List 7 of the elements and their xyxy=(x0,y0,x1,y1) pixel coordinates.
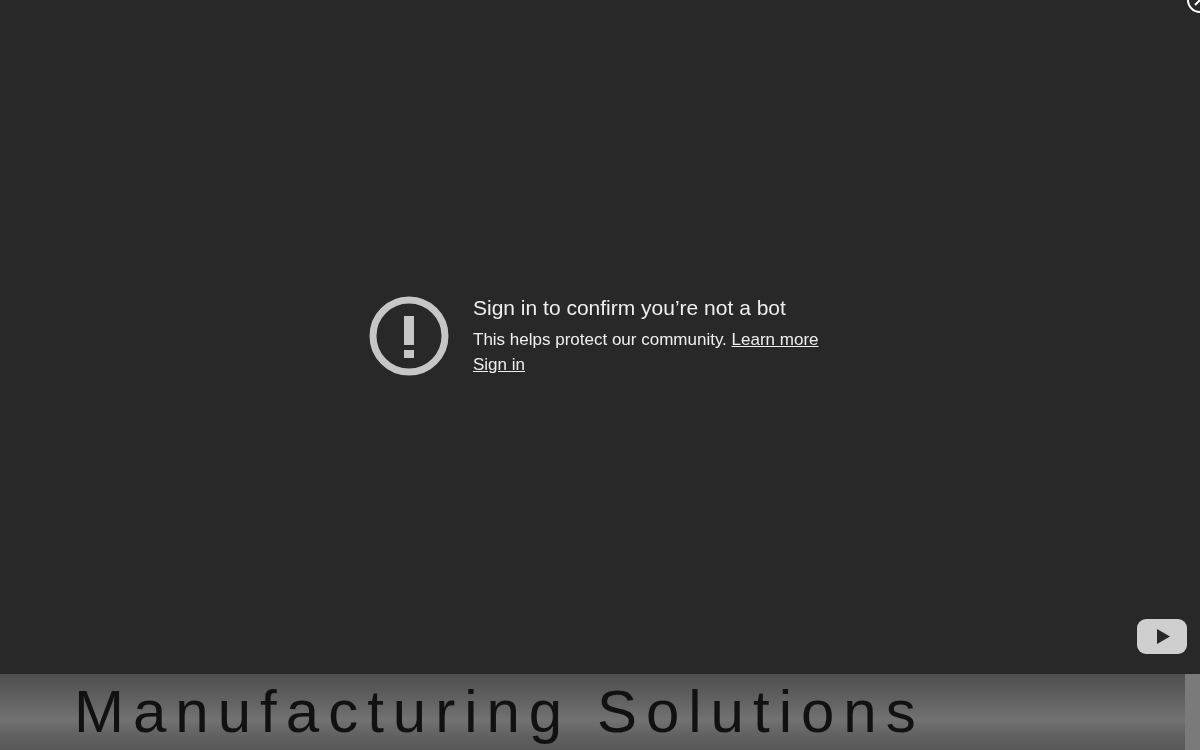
play-logo-icon[interactable] xyxy=(1137,619,1187,654)
dialog-title: Sign in to confirm you’re not a bot xyxy=(473,296,787,320)
learn-more-link[interactable]: Learn more xyxy=(731,330,819,349)
sign-in-link[interactable]: Sign in xyxy=(473,355,525,375)
message-text: This helps protect our community. xyxy=(473,330,727,349)
hero-heading: Manufacturing Solutions xyxy=(74,677,925,747)
warning-icon xyxy=(369,296,449,376)
